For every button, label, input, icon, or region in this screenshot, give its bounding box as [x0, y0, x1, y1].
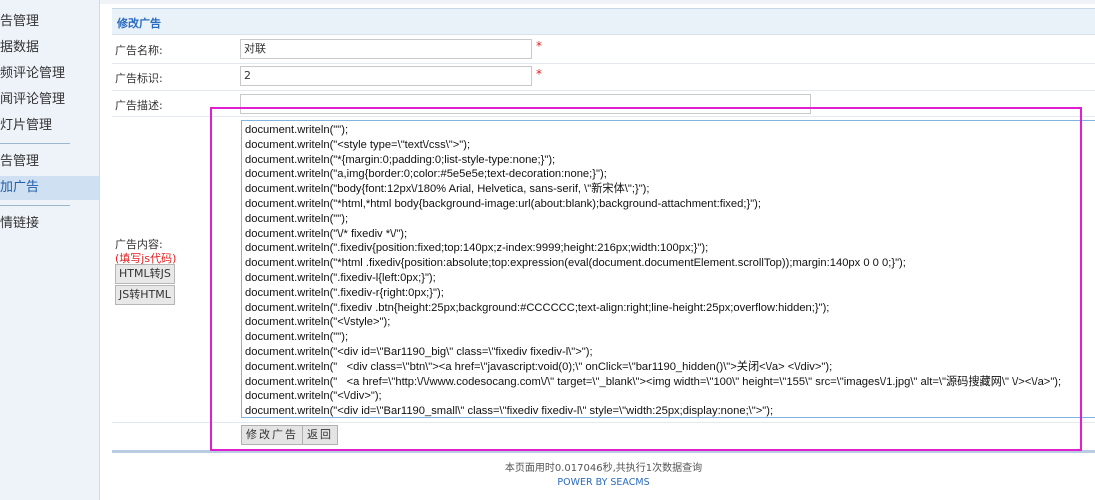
footer-powered: POWER BY SEACMS	[557, 477, 650, 488]
panel-header: 修改广告	[112, 9, 1095, 35]
required-mark: *	[536, 39, 542, 53]
sidebar-item-data[interactable]: 据数据	[0, 36, 99, 60]
code-line: document.writeln("*{margin:0;padding:0;l…	[245, 153, 556, 166]
code-line: document.writeln("<div id=\"Bar1190_smal…	[245, 405, 774, 418]
sidebar-item-ad-manage[interactable]: 告管理	[0, 10, 99, 34]
sidebar-item-links[interactable]: 情链接	[0, 212, 99, 236]
panel-bottom-bar	[112, 450, 1095, 453]
code-line: document.writeln("<style type=\"text\/cs…	[245, 138, 471, 151]
code-line: document.writeln("");	[245, 331, 349, 344]
code-line: document.writeln("<\/style>");	[245, 316, 391, 329]
sidebar-divider	[0, 205, 70, 206]
row-divider	[112, 63, 1095, 64]
page-title: 修改广告	[117, 17, 161, 30]
sidebar-item-ads[interactable]: 告管理	[0, 150, 99, 174]
ad-desc-input[interactable]	[240, 94, 811, 114]
sidebar-item-news-comments[interactable]: 闻评论管理	[0, 88, 99, 112]
code-line: document.writeln("\/* fixediv *\/");	[245, 227, 408, 240]
ad-id-input[interactable]: 2	[240, 66, 532, 86]
ad-name-input[interactable]: 对联	[240, 39, 532, 59]
code-line: document.writeln(" <div class=\"btn\"><a…	[245, 360, 833, 373]
row-divider	[112, 422, 1095, 423]
id-label: 广告标识:	[115, 72, 163, 85]
back-button[interactable]: 返回	[302, 425, 338, 445]
sidebar: 告管理 据数据 频评论管理 闻评论管理 灯片管理 告管理 加广告 情链接	[0, 0, 100, 500]
code-line: document.writeln(".fixediv{position:fixe…	[245, 242, 709, 255]
code-line: document.writeln(".fixediv .btn{height:2…	[245, 301, 830, 314]
top-strip	[100, 0, 1095, 4]
code-line: document.writeln("body{font:12px\/180% A…	[245, 183, 650, 196]
sidebar-divider	[0, 143, 70, 144]
ad-code-textarea[interactable]: document.writeln(""); document.writeln("<…	[241, 120, 1095, 418]
code-lines: document.writeln(""); document.writeln("<…	[245, 123, 1095, 418]
code-line: document.writeln("<\/div>");	[245, 390, 382, 403]
desc-label: 广告描述:	[115, 99, 163, 112]
sidebar-item-add-ad[interactable]: 加广告	[0, 176, 99, 200]
code-line: document.writeln("a,img{border:0;color:#…	[245, 168, 607, 181]
code-line: document.writeln("<div id=\"Bar1190_big\…	[245, 345, 593, 358]
code-line: document.writeln("*html,*html body{backg…	[245, 197, 761, 210]
required-mark: *	[536, 67, 542, 81]
code-line: document.writeln(".fixediv-r{right:0px;}…	[245, 286, 444, 299]
code-line: document.writeln("");	[245, 212, 349, 225]
row-divider	[112, 116, 1095, 117]
code-line: document.writeln(".fixediv-l{left:0px;}"…	[245, 271, 436, 284]
js-to-html-button[interactable]: JS转HTML	[115, 285, 175, 305]
sidebar-item-video-comments[interactable]: 频评论管理	[0, 62, 99, 86]
code-line: document.writeln("*html .fixediv{positio…	[245, 257, 906, 270]
name-label: 广告名称:	[115, 44, 163, 57]
sidebar-item-slides[interactable]: 灯片管理	[0, 114, 99, 138]
html-to-js-button[interactable]: HTML转JS	[115, 264, 175, 284]
row-divider	[112, 90, 1095, 91]
submit-button[interactable]: 修改广告	[241, 425, 303, 445]
code-line: document.writeln(" <a href=\"http:\/\/ww…	[245, 375, 1062, 388]
footer-stats: 本页面用时0.017046秒,共执行1次数据查询	[504, 463, 703, 474]
code-line: document.writeln("");	[245, 124, 349, 136]
